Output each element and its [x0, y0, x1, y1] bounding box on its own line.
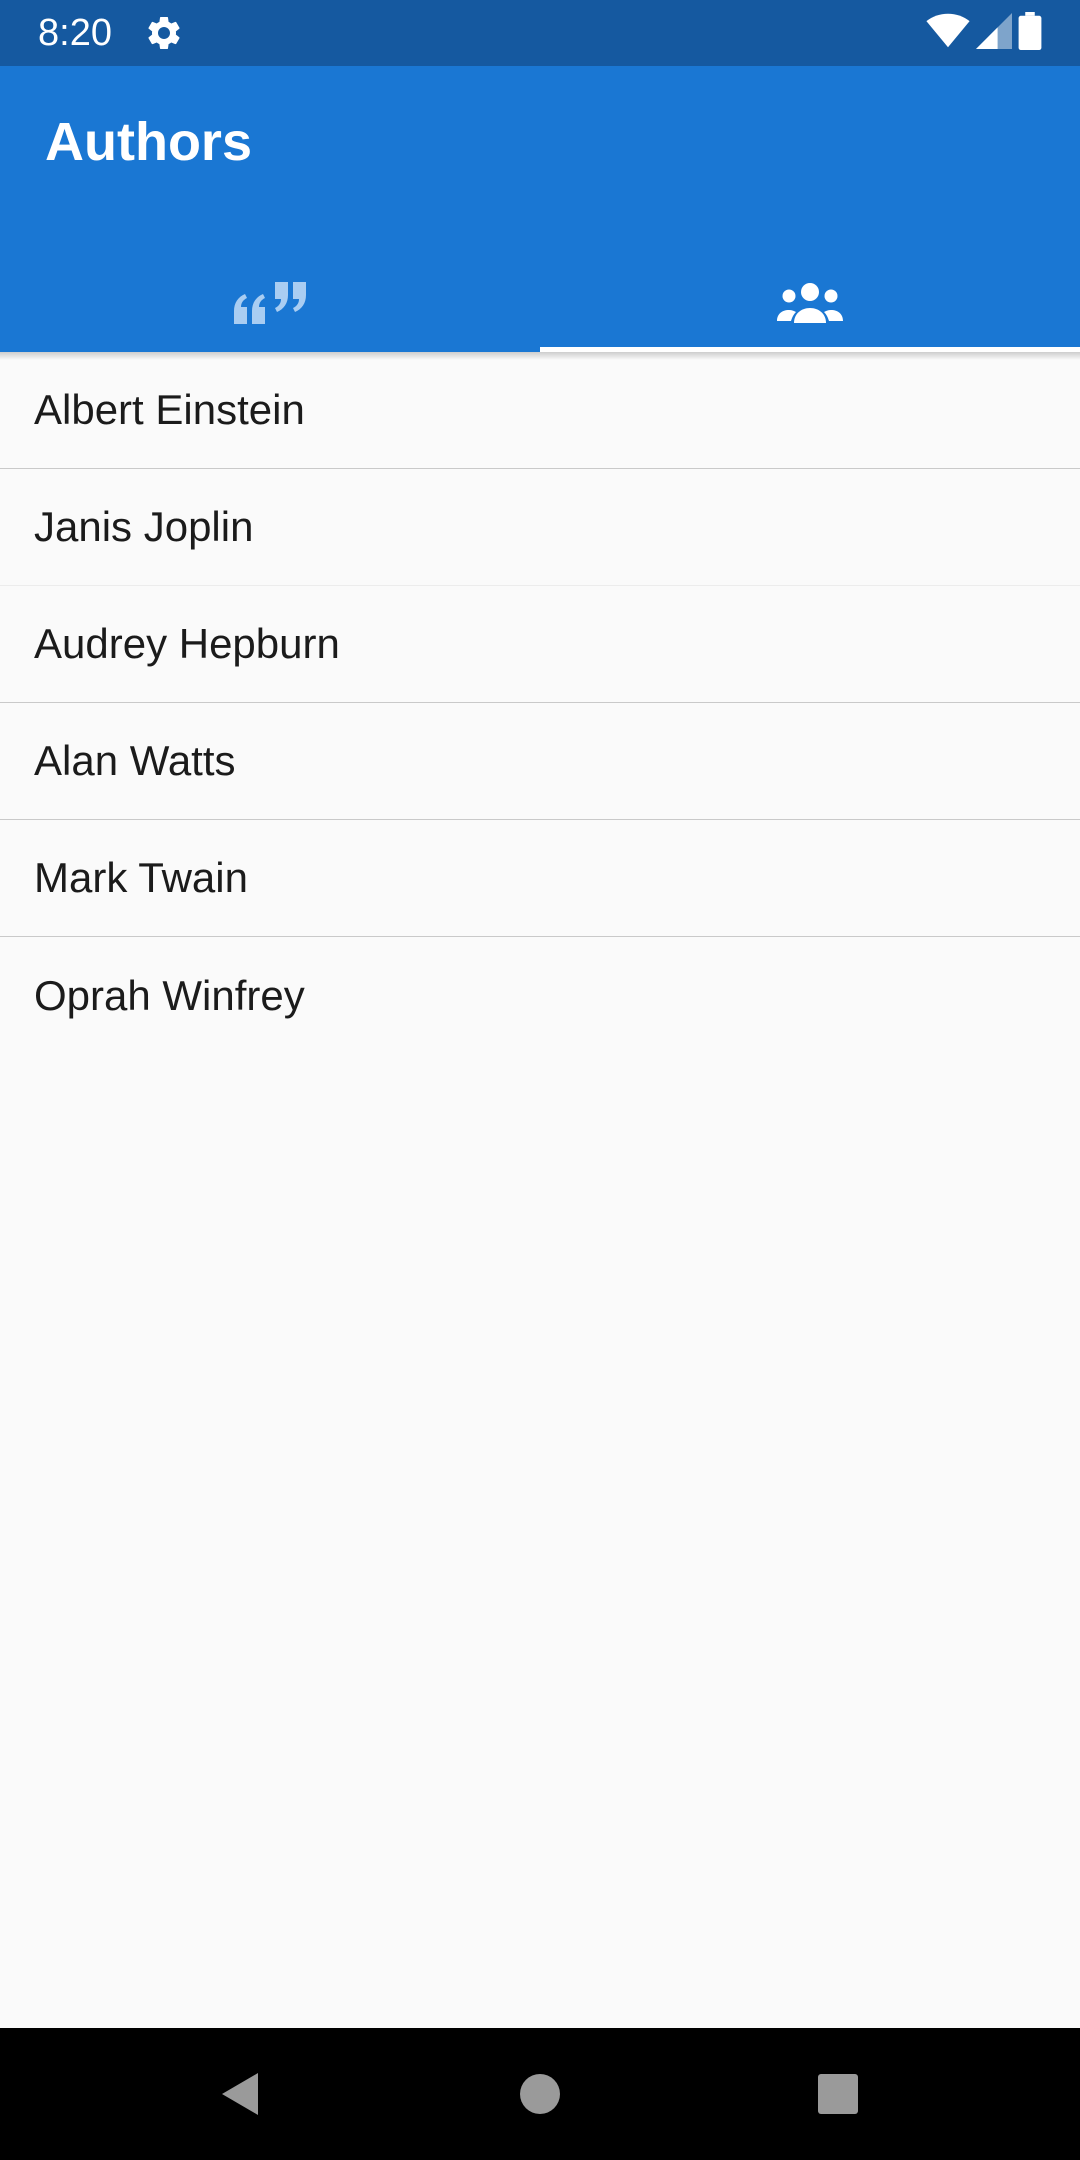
back-icon[interactable]	[210, 2064, 270, 2124]
people-icon	[777, 281, 843, 330]
list-item[interactable]: Audrey Hepburn	[0, 586, 1080, 703]
status-icons	[926, 11, 1042, 55]
system-nav-bar	[0, 2028, 1080, 2160]
app-bar: Authors	[0, 66, 1080, 352]
tab-authors[interactable]	[540, 258, 1080, 352]
status-bar: 8:20	[0, 0, 1080, 66]
cell-signal-icon	[976, 12, 1012, 54]
quote-icon	[234, 278, 306, 333]
list-item[interactable]: Mark Twain	[0, 820, 1080, 937]
gear-icon	[144, 13, 184, 53]
authors-list: Albert Einstein Janis Joplin Audrey Hepb…	[0, 352, 1080, 1054]
status-time: 8:20	[38, 12, 112, 54]
list-item[interactable]: Janis Joplin	[0, 469, 1080, 586]
list-item[interactable]: Albert Einstein	[0, 352, 1080, 469]
tab-bar	[0, 258, 1080, 352]
list-item[interactable]: Alan Watts	[0, 703, 1080, 820]
battery-icon	[1018, 11, 1042, 55]
tab-quotes[interactable]	[0, 258, 540, 352]
wifi-icon	[926, 13, 970, 54]
recents-icon[interactable]	[808, 2064, 868, 2124]
page-title: Authors	[45, 112, 252, 172]
home-icon[interactable]	[510, 2064, 570, 2124]
list-item[interactable]: Oprah Winfrey	[0, 937, 1080, 1054]
